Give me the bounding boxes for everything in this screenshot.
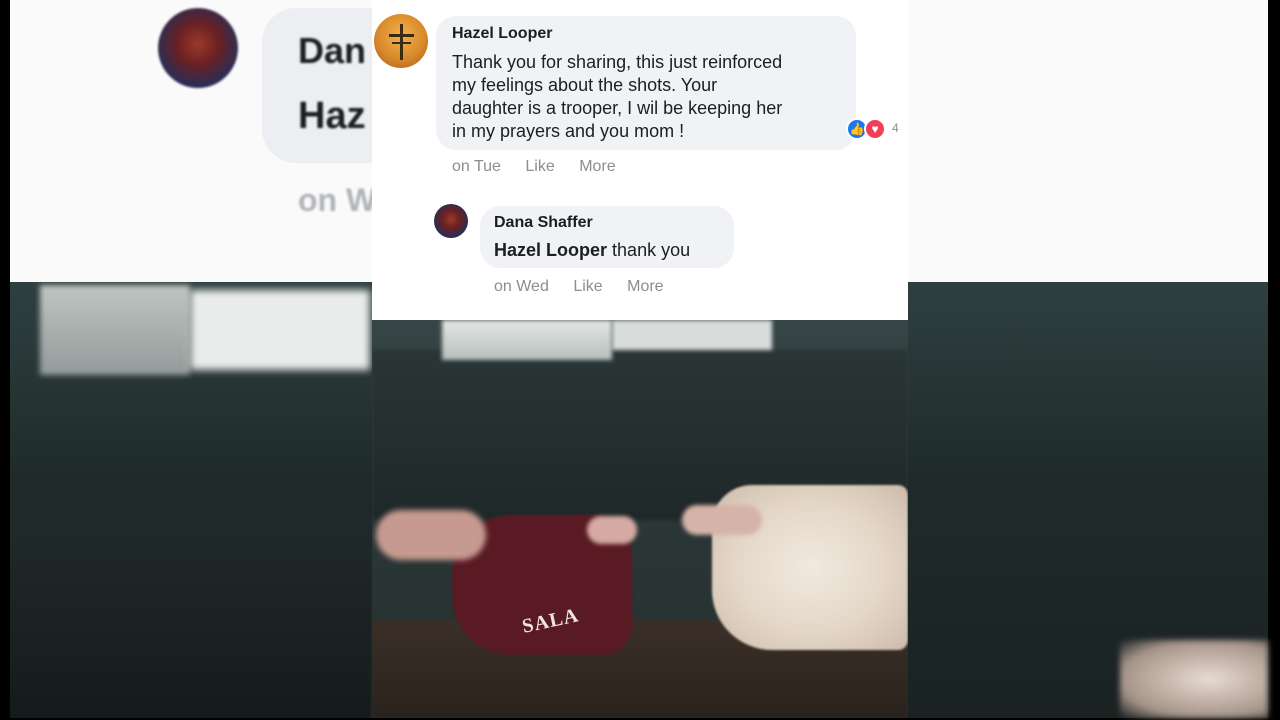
love-reaction-icon: ♥ xyxy=(864,118,886,140)
reaction-count: 4 xyxy=(892,121,899,135)
comment-line: Thank you for sharing, this just reinfor… xyxy=(452,52,783,72)
like-button[interactable]: Like xyxy=(525,158,554,175)
backdrop-blanket xyxy=(1120,640,1268,718)
window xyxy=(612,320,772,350)
reply-body: thank you xyxy=(612,240,691,260)
backdrop-comment-name: Dan xyxy=(298,30,367,71)
backdrop-shadow xyxy=(10,560,370,718)
reply-time[interactable]: on Wed xyxy=(494,278,549,295)
head xyxy=(376,510,486,560)
backdrop-comment-mention: Haz xyxy=(298,95,366,137)
comment-line: daughter is a trooper, I wil be keeping … xyxy=(452,98,783,118)
hand xyxy=(587,516,637,544)
backdrop-comment-text: Dan Haz on W xyxy=(262,0,372,282)
backdrop-window-glare xyxy=(190,290,370,370)
reply-meta: on Wed Like More xyxy=(494,278,684,296)
like-button[interactable]: Like xyxy=(573,278,602,295)
backdrop-comment-meta: on W xyxy=(298,182,372,218)
comment-text: Thank you for sharing, this just reinfor… xyxy=(452,51,782,143)
reply-mention[interactable]: Hazel Looper xyxy=(494,240,607,260)
reactions[interactable]: 👍 ♥ 4 xyxy=(846,118,906,140)
avatar[interactable] xyxy=(434,204,468,238)
arm xyxy=(682,505,762,535)
comment-time[interactable]: on Tue xyxy=(452,158,501,175)
reply-author[interactable]: Dana Shaffer xyxy=(494,214,593,232)
video-frame[interactable]: SALA xyxy=(372,320,908,718)
avatar[interactable] xyxy=(374,14,428,68)
comment-meta: on Tue Like More xyxy=(452,158,636,176)
reply-text: Hazel Looper thank you xyxy=(494,240,690,261)
more-button[interactable]: More xyxy=(627,278,663,295)
window xyxy=(442,320,612,360)
comment-author[interactable]: Hazel Looper xyxy=(452,25,552,43)
comments-panel: Hazel Looper Thank you for sharing, this… xyxy=(372,0,908,320)
more-button[interactable]: More xyxy=(579,158,615,175)
comment-line: in my prayers and you mom ! xyxy=(452,121,685,141)
backdrop-avatar xyxy=(158,8,238,88)
comment-line: my feelings about the shots. Your xyxy=(452,75,718,95)
backdrop-window xyxy=(40,285,190,375)
